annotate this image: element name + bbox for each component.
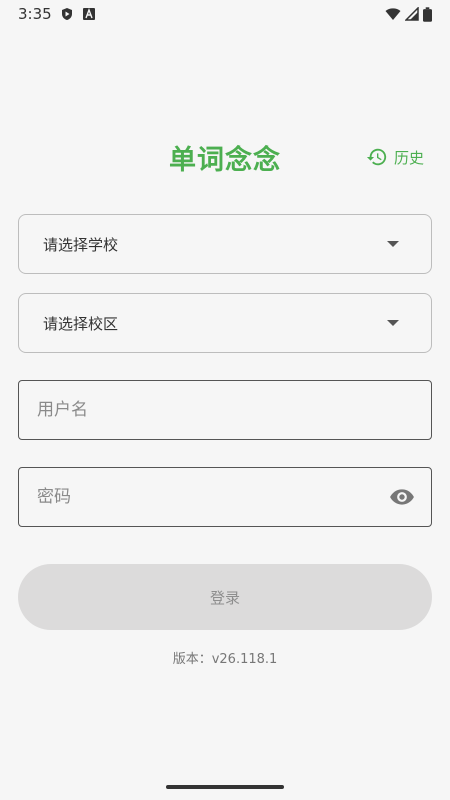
campus-select[interactable]: 请选择校区 bbox=[18, 293, 432, 353]
version-text: 版本：v26.118.1 bbox=[172, 652, 278, 667]
history-button[interactable]: 历史 bbox=[366, 146, 424, 168]
signal-icon bbox=[405, 7, 419, 21]
battery-icon bbox=[423, 6, 432, 22]
eye-icon[interactable] bbox=[389, 484, 415, 510]
password-input[interactable] bbox=[35, 486, 389, 508]
school-select-value: 请选择学校 bbox=[43, 235, 119, 254]
history-icon bbox=[366, 148, 387, 166]
shield-play-icon bbox=[61, 8, 72, 20]
font-a-icon bbox=[82, 8, 95, 20]
chevron-down-icon bbox=[387, 320, 399, 326]
chevron-down-icon bbox=[387, 241, 399, 247]
home-indicator[interactable] bbox=[166, 785, 284, 789]
login-button[interactable]: 登录 bbox=[18, 564, 432, 630]
status-bar: 3:35 bbox=[0, 0, 450, 28]
header: 单词念念 历史 bbox=[0, 138, 450, 180]
school-select[interactable]: 请选择学校 bbox=[18, 214, 432, 274]
username-input[interactable] bbox=[35, 399, 415, 421]
campus-select-value: 请选择校区 bbox=[43, 314, 119, 333]
history-label: 历史 bbox=[393, 148, 424, 167]
password-field-container bbox=[18, 467, 432, 527]
status-time: 3:35 bbox=[18, 5, 52, 23]
wifi-icon bbox=[385, 8, 401, 20]
login-label: 登录 bbox=[209, 588, 240, 607]
status-right bbox=[385, 6, 432, 22]
username-field-container bbox=[18, 380, 432, 440]
status-left: 3:35 bbox=[18, 5, 96, 23]
